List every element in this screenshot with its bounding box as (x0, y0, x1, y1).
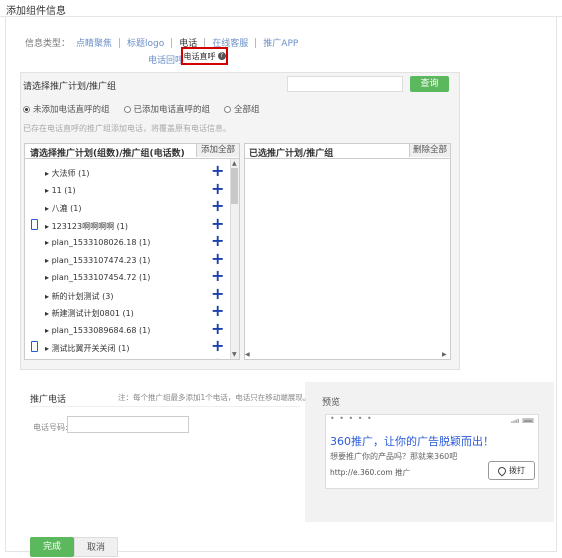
list-item-text: 123123啊啊啊啊 (1) (51, 221, 128, 231)
add-icon[interactable]: + (211, 250, 224, 267)
list-item-text: 新建测试计划0801 (1) (51, 309, 134, 318)
available-items: ▸ 大法师 (1) + ▸ 11 (1) + ▸ 八漉 (1) + ▸ 123123啊啊啊啊… (0, 0, 240, 359)
ad-title: 360推广，让你的广告脱颖而出！ (330, 435, 494, 448)
status-dots: • • • • • (330, 414, 373, 423)
add-icon[interactable]: + (211, 233, 224, 249)
list-item-text: plan_1533108026.18 (1) (51, 238, 151, 247)
list-item[interactable]: ▸ plan_1533107454.72 (1) + (25, 268, 230, 286)
scroll-down-arrow-icon[interactable]: ▼ (232, 351, 237, 358)
phone-number-input[interactable] (67, 416, 189, 433)
selected-list (244, 143, 451, 360)
scroll-left-arrow-icon[interactable]: ◀ (245, 351, 250, 358)
add-icon[interactable]: + (211, 320, 224, 337)
add-icon[interactable]: + (211, 198, 224, 214)
ad-url: http://e.360.com 推广 (330, 468, 411, 477)
scroll-up-arrow-icon[interactable]: ▲ (232, 160, 237, 167)
list-item-label: ▸ plan_1533089684.68 (1) (45, 326, 150, 335)
info-type-link[interactable]: 推广APP (263, 36, 298, 49)
list-item-text: 11 (1) (51, 185, 76, 195)
list-item[interactable]: ▸ 123123啊啊啊啊 (1) + (25, 215, 230, 234)
signal-battery-icon (511, 418, 534, 423)
list-item[interactable]: ▸ 测试比翼开关关闭 (1) + (25, 338, 230, 356)
phone-field-label: 电话号码: (33, 423, 68, 432)
list-item-text: 大法师 (1) (51, 169, 90, 178)
search-input[interactable] (287, 76, 403, 92)
done-button[interactable]: 完成 (30, 537, 74, 557)
divider (30, 406, 300, 407)
list-item[interactable]: ▸ plan_1533108026.18 (1) + (25, 233, 230, 251)
selected-list-title: 已选推广计划/推广组 (249, 149, 334, 159)
list-item-label: ▸ 新建测试计划0801 (1) (45, 308, 134, 319)
list-item[interactable]: ▸ 新建测试计划0801 (1) + (25, 303, 230, 321)
list-item-label: ▸ 123123啊啊啊啊 (1) (45, 221, 128, 232)
list-item-text: 测试比翼开关关闭 (1) (51, 344, 130, 353)
add-icon[interactable]: + (211, 285, 224, 302)
scrollbar-thumb[interactable] (231, 168, 238, 204)
list-item-text: 新的计划测试 (3) (51, 291, 114, 301)
list-item-label: ▸ plan_1533108026.18 (1) (45, 238, 150, 247)
list-item-label: ▸ 八漉 (1) (45, 203, 81, 214)
add-icon[interactable]: + (211, 338, 224, 354)
list-item[interactable]: ▸ 11 (1) + (25, 180, 230, 199)
add-icon[interactable]: + (211, 268, 224, 284)
cancel-button[interactable]: 取消 (74, 537, 118, 557)
list-item[interactable]: ▸ 大法师 (1) + (25, 163, 230, 181)
list-item[interactable]: ▸ 八漉 (1) + (25, 198, 230, 216)
list-item-label: ▸ 11 (1) (45, 186, 76, 195)
list-item-text: plan_1533107454.72 (1) (51, 273, 151, 282)
list-item-label: ▸ plan_1533107474.23 (1) (45, 256, 150, 265)
add-icon[interactable]: + (211, 303, 224, 319)
list-item[interactable]: ▸ 推广计划自动生成 (1)+ (25, 355, 230, 359)
list-item-text: plan_1533107474.23 (1) (51, 255, 151, 265)
remove-all-button[interactable]: 删除全部 (409, 144, 450, 157)
add-icon[interactable]: + (211, 215, 224, 232)
list-item-label: ▸ 测试比翼开关关闭 (1) (45, 343, 129, 354)
add-icon[interactable]: + (211, 180, 224, 197)
list-item[interactable]: ▸ 新的计划测试 (3) + (25, 285, 230, 304)
list-item[interactable]: ▸ plan_1533089684.68 (1) + (25, 320, 230, 339)
mobile-phone-icon (31, 341, 38, 352)
list-item-label: ▸ 新的计划测试 (3) (45, 291, 113, 302)
list-item-label: ▸ 大法师 (1) (45, 168, 89, 179)
preview-label: 预览 (322, 398, 341, 408)
list-item-label: ▸ plan_1533107454.72 (1) (45, 273, 150, 282)
call-button[interactable]: 拨打 (488, 461, 535, 480)
add-icon[interactable]: + (211, 355, 224, 359)
scroll-right-arrow-icon[interactable]: ▶ (442, 351, 447, 358)
list-item[interactable]: ▸ plan_1533107474.23 (1) + (25, 250, 230, 269)
list-item-text: 八漉 (1) (51, 204, 82, 213)
call-button-label: 拨打 (509, 466, 525, 475)
separator (255, 37, 257, 48)
list-item-text: plan_1533089684.68 (1) (51, 325, 151, 335)
search-button[interactable]: 查询 (410, 76, 449, 92)
ad-description: 想要推广你的产品吗？那就来360吧 (330, 452, 458, 461)
phone-icon (496, 464, 508, 477)
phone-section-label: 推广电话 (30, 395, 67, 405)
phone-note: 注：每个推广组最多添加1个电话，电话只在移动端展现。 (118, 393, 311, 402)
add-icon[interactable]: + (211, 163, 224, 179)
mobile-phone-icon (31, 218, 38, 230)
